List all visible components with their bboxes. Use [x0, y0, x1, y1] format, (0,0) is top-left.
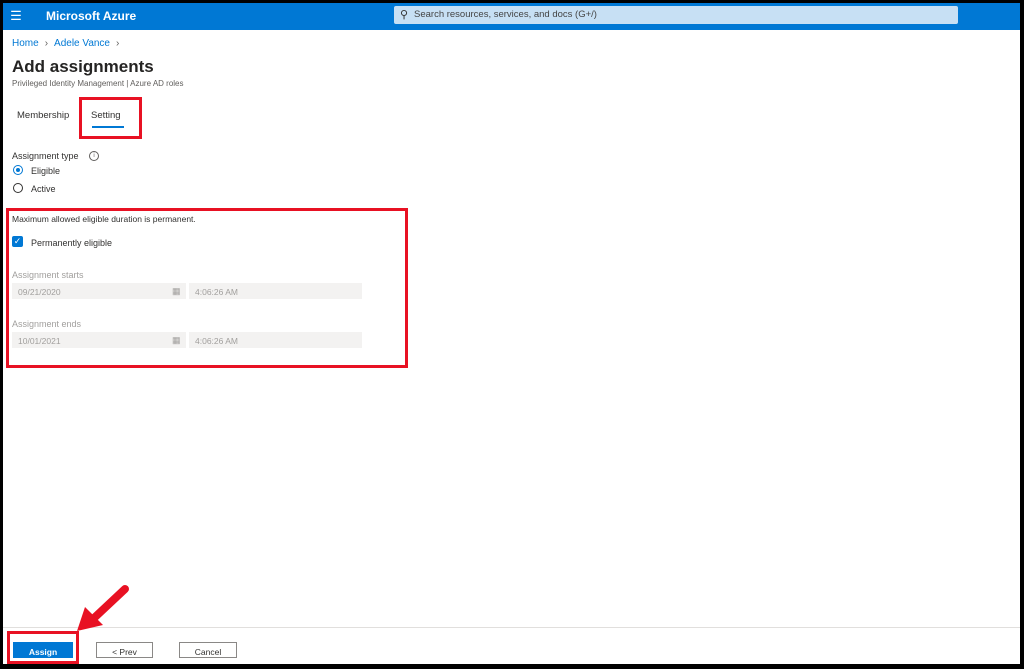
chevron-right-icon: ›: [44, 38, 49, 49]
breadcrumb: Home › Adele Vance ›: [12, 38, 125, 49]
search-placeholder: Search resources, services, and docs (G+…: [414, 9, 597, 20]
cancel-button[interactable]: Cancel: [179, 642, 237, 658]
search-input[interactable]: ⚲ Search resources, services, and docs (…: [394, 6, 958, 24]
start-date-value: 09/21/2020: [18, 287, 61, 297]
assign-button[interactable]: Assign: [13, 642, 73, 658]
calendar-icon: ▦: [172, 286, 181, 296]
footer-divider: [3, 627, 1020, 628]
end-time-field: 4:06:26 AM: [189, 332, 362, 348]
page-subtitle: Privileged Identity Management | Azure A…: [12, 79, 184, 88]
setting-tab-highlight: [79, 97, 142, 139]
breadcrumb-user[interactable]: Adele Vance: [54, 38, 110, 49]
start-time-field: 4:06:26 AM: [189, 283, 362, 299]
eligible-label: Eligible: [31, 166, 61, 176]
assignment-type-label: Assignment type: [12, 151, 79, 161]
duration-note: Maximum allowed eligible duration is per…: [12, 214, 196, 224]
assignment-starts-label: Assignment starts: [12, 270, 84, 280]
hamburger-menu-icon[interactable]: ☰: [9, 9, 23, 23]
active-label: Active: [31, 184, 56, 194]
start-time-value: 4:06:26 AM: [195, 287, 239, 297]
end-time-value: 4:06:26 AM: [195, 336, 239, 346]
eligible-radio[interactable]: [13, 165, 23, 175]
top-bar: ☰ Microsoft Azure ⚲ Search resources, se…: [3, 3, 1020, 30]
assignment-ends-label: Assignment ends: [12, 319, 82, 329]
info-icon[interactable]: i: [89, 151, 99, 161]
red-arrow-annotation: [77, 585, 129, 631]
end-date-value: 10/01/2021: [18, 336, 61, 346]
start-date-field: 09/21/2020 ▦: [12, 283, 186, 299]
permanently-eligible-label: Permanently eligible: [31, 238, 113, 248]
page-frame: ☰ Microsoft Azure ⚲ Search resources, se…: [3, 3, 1020, 664]
permanently-eligible-checkbox[interactable]: ✓: [12, 236, 23, 247]
search-icon: ⚲: [400, 9, 409, 21]
prev-button[interactable]: < Prev: [96, 642, 153, 658]
active-radio[interactable]: [13, 183, 23, 193]
chevron-right-icon: ›: [116, 38, 120, 49]
end-date-field: 10/01/2021 ▦: [12, 332, 186, 348]
tab-membership[interactable]: Membership: [17, 110, 69, 121]
breadcrumb-home[interactable]: Home: [12, 38, 39, 49]
page-title: Add assignments: [12, 57, 154, 76]
portal-brand[interactable]: Microsoft Azure: [46, 9, 136, 23]
calendar-icon: ▦: [172, 335, 181, 345]
